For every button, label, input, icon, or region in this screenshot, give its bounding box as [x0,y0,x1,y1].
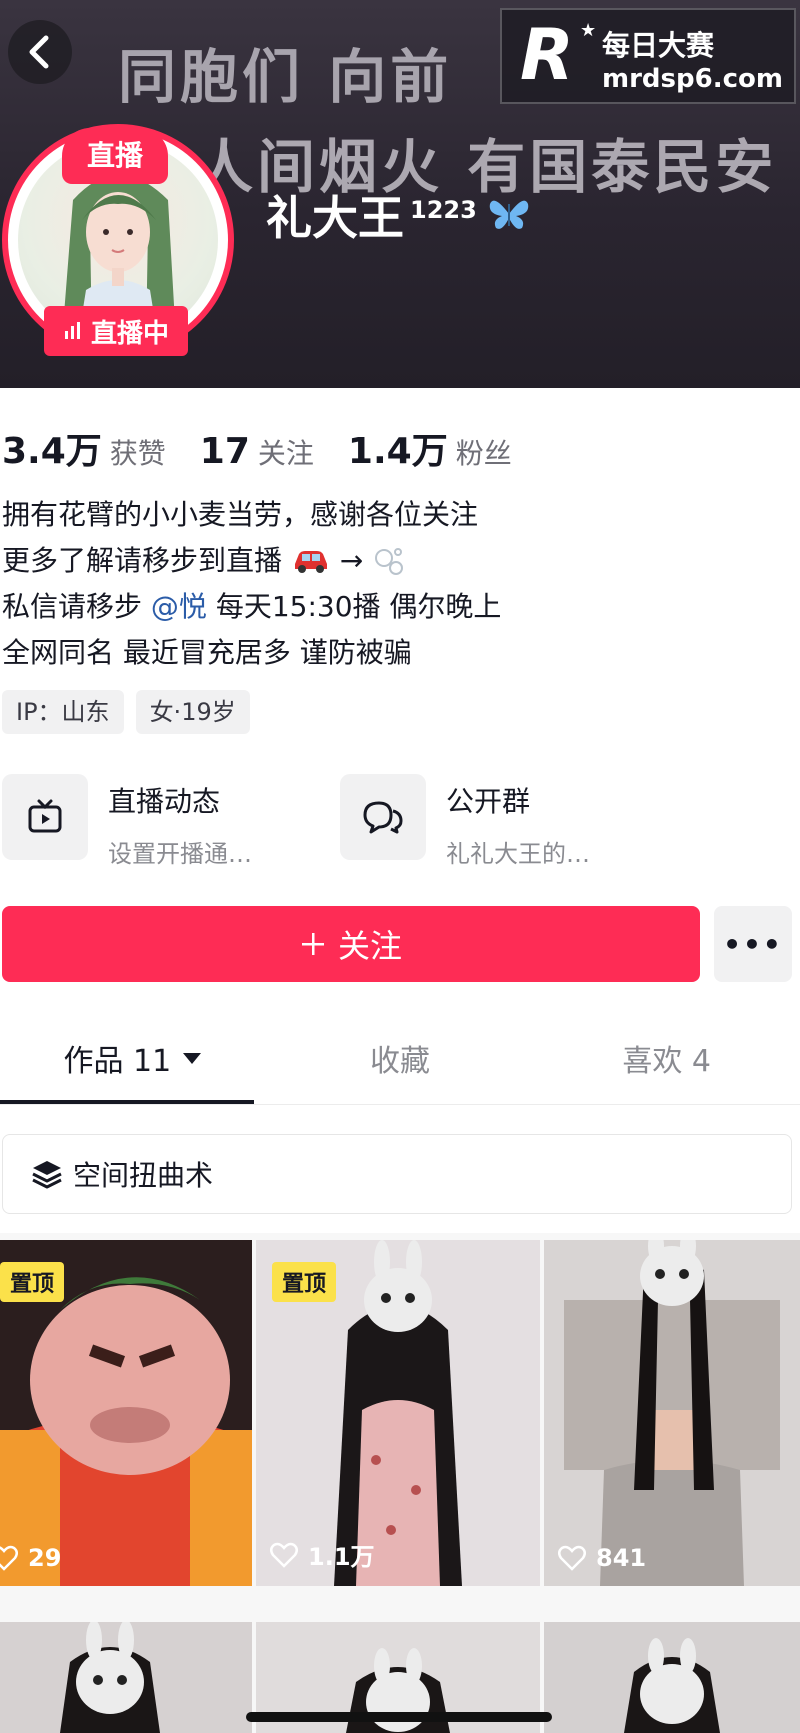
collection-chip[interactable]: 空间扭曲术 [2,1134,792,1214]
stat-label: 关注 [257,437,314,470]
video-thumbnail[interactable] [544,1622,800,1733]
heart-outline-icon [270,1542,298,1568]
arrow-right-icon: → [339,544,364,577]
like-count: 1.1万 [270,1537,375,1572]
back-button[interactable] [8,20,72,84]
watermark-name: 每日大赛 [602,29,715,62]
live-updates-shortcut[interactable]: 直播动态 设置开播通… [2,774,252,869]
follow-button[interactable]: 关注 [2,906,700,982]
caret-down-icon [183,1053,202,1064]
stat-value: 3.4万 [2,431,102,472]
video-grid: 置顶 29 置顶 1.1万 841 [0,1240,800,1733]
like-count-value: 29 [28,1544,62,1572]
video-thumbnail[interactable]: 置顶 1.1万 [256,1240,540,1586]
chevron-left-icon [29,35,49,69]
username-suffix: 1223 [410,195,477,224]
heart-outline-icon [0,1545,18,1571]
stat-label: 粉丝 [455,437,512,470]
heart-outline-icon [558,1545,586,1571]
shortcut-subtitle: 设置开播通… [108,840,252,868]
video-thumbnail[interactable]: 置顶 29 [0,1240,252,1586]
mention-link[interactable]: @悦 [151,590,207,623]
tags-row: IP：山东 女·19岁 [2,690,250,734]
chat-bubbles-icon [340,774,426,860]
profile-banner: 同胞们 向前 人间烟火 有国泰民安 R ★ 每日大赛 mrdsp6.com 直播 [0,0,800,388]
content-tabs: 作品 11 收藏 喜欢 4 [0,1018,800,1098]
shortcut-title: 直播动态 [108,785,221,818]
video-thumbnail[interactable]: 841 [544,1240,800,1586]
stat-value: 17 [199,431,250,472]
bio-line: 拥有花臂的小小麦当劳，感谢各位关注 [2,498,479,531]
like-count: 841 [558,1544,646,1572]
live-now-badge[interactable]: 直播中 [44,306,188,356]
bio-line: 更多了解请移步到直播 → [2,538,501,584]
tab-label: 收藏 [370,1044,430,1079]
bio-text: 每天15:30播 偶尔晚上 [215,590,502,623]
watermark-url: mrdsp6.com [602,64,783,94]
banner-text: 同胞们 向前 [118,43,453,111]
bubbles-icon [372,544,406,577]
bio-line: 全网同名 最近冒充居多 谨防被骗 [2,636,412,669]
plus-icon [301,933,324,955]
username: 礼大王 1223 [266,182,477,248]
home-indicator[interactable] [246,1712,552,1722]
shortcut-title: 公开群 [446,785,531,818]
thumbnail-image [544,1240,800,1586]
thumbnail-image [0,1622,252,1733]
more-options-button[interactable]: ••• [714,906,792,982]
star-icon: ★ [580,20,597,41]
stat-following[interactable]: 17 关注 [200,431,314,472]
tab-label: 喜欢 4 [622,1044,711,1079]
thumbnail-image [544,1622,800,1733]
signal-bars-icon [64,322,80,339]
bio-text: 更多了解请移步到直播 [2,544,283,577]
tab-label: 作品 11 [63,1044,172,1079]
tab-favorites[interactable]: 收藏 [267,1018,534,1098]
watermark: R ★ 每日大赛 mrdsp6.com [500,8,796,104]
ip-tag: IP：山东 [2,690,124,734]
stat-likes[interactable]: 3.4万 获赞 [2,422,166,474]
divider [0,1104,800,1105]
profile-section: 3.4万 获赞 17 关注 1.4万 粉丝 拥有花臂的小小麦当劳，感谢各位关注 更多了… [0,388,800,1233]
stat-value: 1.4万 [347,431,448,472]
username-text: 礼大王 [266,191,404,245]
tv-icon [2,774,88,860]
public-group-shortcut[interactable]: 公开群 礼礼大王的… [340,774,590,869]
layers-icon [32,1161,62,1189]
pinned-badge: 置顶 [0,1262,65,1302]
stat-label: 获赞 [109,437,166,470]
live-now-label: 直播中 [90,318,169,349]
shortcut-subtitle: 礼礼大王的… [446,840,590,868]
butterfly-icon [489,200,529,229]
video-thumbnail[interactable] [0,1622,252,1733]
tab-works[interactable]: 作品 11 [0,1018,267,1098]
bio: 拥有花臂的小小麦当劳，感谢各位关注 更多了解请移步到直播 → 私信请移步 @悦 … [2,492,501,676]
bio-line: 私信请移步 @悦 每天15:30播 偶尔晚上 [2,584,501,630]
stat-followers[interactable]: 1.4万 粉丝 [348,422,512,474]
live-badge[interactable]: 直播 [62,128,168,184]
car-icon [291,544,340,577]
tab-liked[interactable]: 喜欢 4 [533,1018,800,1098]
collection-label: 空间扭曲术 [73,1159,214,1192]
watermark-logo: R [520,14,574,96]
like-count: 29 [0,1544,61,1572]
gender-age-tag: 女·19岁 [135,690,250,734]
pinned-badge: 置顶 [272,1262,337,1302]
follow-label: 关注 [337,927,402,965]
like-count-value: 841 [596,1544,647,1572]
bio-text: 私信请移步 [2,590,143,623]
like-count-value: 1.1万 [308,1543,375,1571]
stats-row: 3.4万 获赞 17 关注 1.4万 粉丝 [2,422,512,474]
